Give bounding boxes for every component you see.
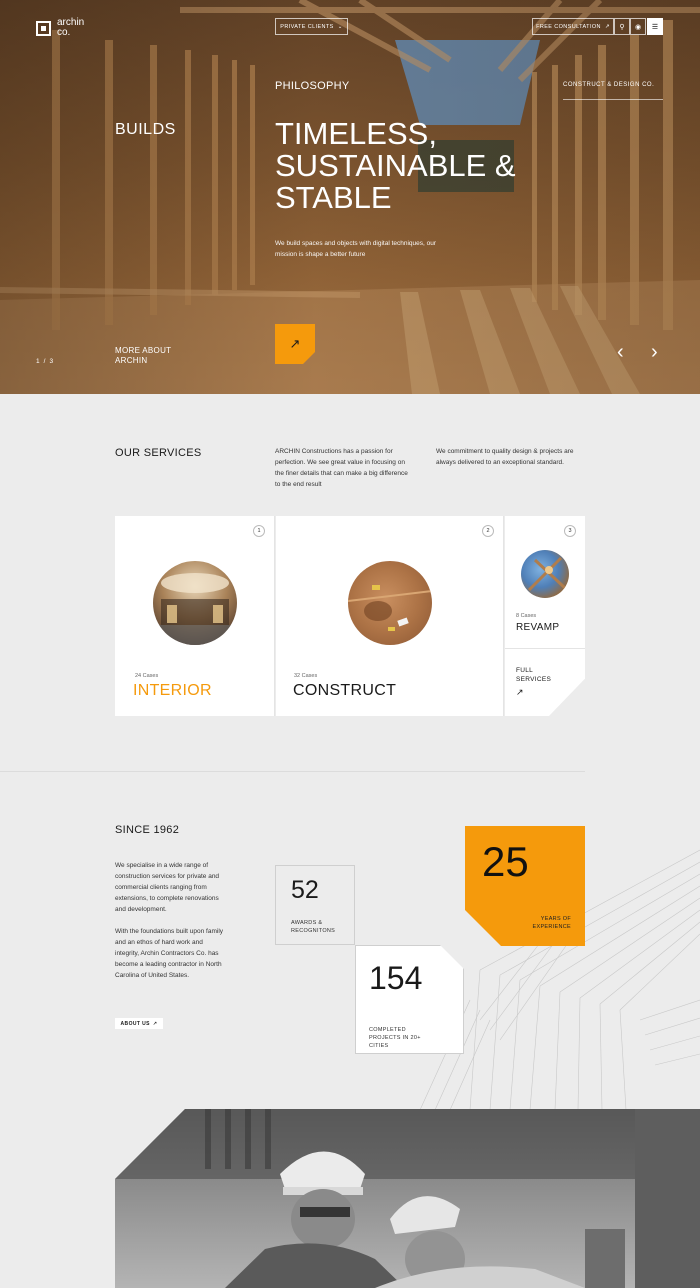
- hero-builds-label: BUILDS: [115, 121, 176, 138]
- more-about-link[interactable]: MORE ABOUT ARCHIN: [115, 346, 195, 366]
- chevron-down-icon: ⌄: [337, 23, 343, 30]
- stat-value: 25: [482, 838, 529, 885]
- service-card-interior[interactable]: 1 24 Cases INTERIOR: [115, 516, 275, 716]
- service-card-revamp[interactable]: 3 8 Cases REVAMP: [505, 516, 585, 648]
- workers-photo: [115, 1109, 700, 1288]
- interior-image: [153, 561, 237, 645]
- pager-total: 3: [49, 358, 56, 365]
- menu-icon: ☰: [651, 23, 659, 31]
- globe-icon: ◉: [634, 23, 642, 31]
- search-button[interactable]: ⚲: [614, 18, 630, 35]
- since-paragraph-1: We specialise in a wide range of constru…: [115, 862, 220, 913]
- full-services-label: FULL SERVICES: [516, 667, 552, 683]
- hero-divider: [563, 99, 663, 100]
- card-title: REVAMP: [516, 622, 560, 633]
- since-paragraph-2: With the foundations built upon family a…: [115, 928, 224, 979]
- service-card-construct[interactable]: 2 32 Cases CONSTRUCT: [276, 516, 504, 716]
- full-services-link[interactable]: FULL SERVICES ↗: [505, 648, 585, 716]
- stat-value: 52: [291, 876, 319, 904]
- stat-experience: 25 YEARS OF EXPERIENCE: [465, 826, 585, 946]
- free-consultation-button[interactable]: FREE CONSULTATION ↗: [532, 18, 614, 35]
- slide-pager: 1 / 3: [36, 358, 55, 365]
- services-intro-2: We commitment to quality design & projec…: [436, 448, 574, 466]
- stat-awards: 52 AWARDS & RECOGNITONS: [275, 865, 355, 945]
- construct-image: [348, 561, 432, 645]
- card-title: CONSTRUCT: [293, 682, 397, 699]
- card-number: 3: [564, 525, 576, 537]
- hero-title-line: TIMELESS,: [275, 116, 437, 151]
- card-cases: 32 Cases: [294, 673, 318, 679]
- hero-title-line: SUSTAINABLE &: [275, 148, 516, 183]
- logo-icon: [36, 20, 51, 36]
- slider-prev-button[interactable]: ‹: [617, 342, 624, 362]
- hero-title: TIMELESS, SUSTAINABLE & STABLE: [275, 118, 575, 214]
- arrow-up-right-icon: ↗: [516, 687, 524, 697]
- card-title: INTERIOR: [133, 682, 212, 699]
- stat-label: AWARDS & RECOGNITONS: [291, 920, 336, 934]
- stat-label: COMPLETED PROJECTS IN 20+ CITIES: [369, 1027, 421, 1049]
- section-divider: [0, 771, 585, 772]
- services-intro-1: ARCHIN Constructions has a passion for p…: [275, 448, 408, 488]
- about-us-button[interactable]: ABOUT US ↗: [115, 1018, 163, 1029]
- hero-subtitle: We build spaces and objects with digital…: [275, 240, 437, 258]
- hero-philosophy-label: PHILOSOPHY: [275, 80, 350, 92]
- arrow-up-right-icon: ↗: [604, 23, 610, 30]
- card-cases: 8 Cases: [516, 613, 537, 619]
- menu-button[interactable]: ☰: [647, 18, 663, 35]
- card-cases: 24 Cases: [135, 673, 159, 679]
- card-number: 1: [253, 525, 265, 537]
- search-icon: ⚲: [619, 23, 625, 31]
- language-button[interactable]: ◉: [630, 18, 646, 35]
- revamp-image: [521, 550, 569, 598]
- private-clients-button[interactable]: PRIVATE CLIENTS ⌄: [275, 18, 348, 35]
- about-us-label: ABOUT US: [120, 1020, 150, 1027]
- hero-tagline: CONSTRUCT & DESIGN CO.: [563, 82, 655, 88]
- arrow-up-right-icon: ↗: [289, 336, 301, 351]
- pager-current: 1: [36, 358, 42, 365]
- logo[interactable]: archin co.: [36, 18, 97, 38]
- logo-text: archin co.: [57, 17, 85, 38]
- free-consultation-label: FREE CONSULTATION: [536, 23, 601, 30]
- slider-next-button[interactable]: ›: [651, 342, 658, 362]
- stat-value: 154: [369, 960, 423, 996]
- hero-section: archin co. PRIVATE CLIENTS ⌄ FREE CONSUL…: [0, 0, 700, 394]
- stat-label: YEARS OF EXPERIENCE: [532, 916, 571, 930]
- chevron-left-icon: ‹: [617, 341, 624, 363]
- arrow-up-right-icon: ↗: [152, 1020, 158, 1027]
- services-heading: OUR SERVICES: [115, 447, 202, 459]
- chevron-right-icon: ›: [651, 341, 658, 363]
- hero-title-line: STABLE: [275, 180, 392, 215]
- hero-cta-button[interactable]: ↗: [275, 324, 315, 364]
- card-number: 2: [482, 525, 494, 537]
- since-heading: SINCE 1962: [115, 824, 180, 836]
- stat-projects: 154 COMPLETED PROJECTS IN 20+ CITIES: [355, 945, 464, 1054]
- pager-separator: /: [43, 358, 48, 365]
- private-clients-label: PRIVATE CLIENTS: [280, 23, 334, 30]
